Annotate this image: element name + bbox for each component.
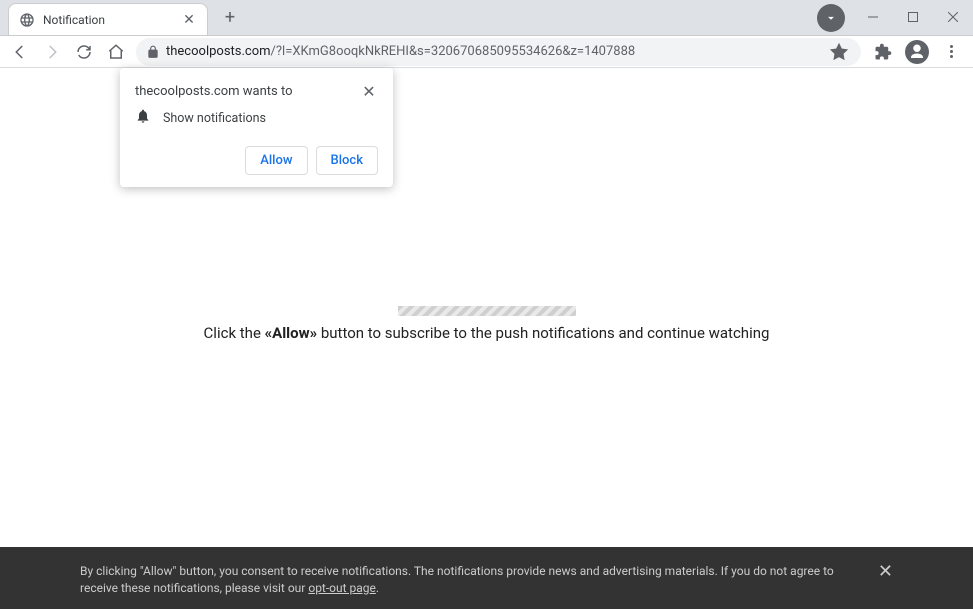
profile-avatar[interactable] (905, 40, 929, 64)
tab-strip: Notification ✕ + (0, 0, 817, 35)
extensions-icon[interactable] (869, 38, 897, 66)
consent-banner: By clicking "Allow" button, you consent … (0, 547, 973, 609)
new-tab-button[interactable]: + (216, 3, 244, 31)
bell-icon (135, 108, 151, 128)
globe-icon (19, 12, 35, 28)
close-icon[interactable]: ✕ (360, 82, 378, 100)
minimize-button[interactable] (853, 0, 893, 35)
page-text-strong: «Allow» (265, 324, 318, 342)
forward-button[interactable] (40, 40, 64, 64)
back-button[interactable] (8, 40, 32, 64)
menu-button[interactable] (937, 38, 965, 66)
page-text-suffix: button to subscribe to the push notifica… (317, 324, 769, 342)
url-domain: thecoolposts.com (166, 44, 271, 59)
browser-tab[interactable]: Notification ✕ (8, 3, 208, 35)
address-bar[interactable]: thecoolposts.com/?l=XKmG8ooqkNkREHI&s=32… (136, 38, 861, 66)
url-text: thecoolposts.com/?l=XKmG8ooqkNkREHI&s=32… (166, 44, 635, 59)
banner-text-before: By clicking "Allow" button, you consent … (80, 564, 834, 595)
profile-switcher-icon[interactable] (817, 4, 845, 32)
close-window-button[interactable] (933, 0, 973, 35)
opt-out-link[interactable]: opt-out page (308, 581, 376, 595)
bookmark-icon[interactable] (827, 40, 851, 64)
block-button[interactable]: Block (316, 146, 378, 175)
banner-text: By clicking "Allow" button, you consent … (80, 563, 858, 597)
home-button[interactable] (104, 40, 128, 64)
page-text-prefix: Click the (204, 324, 265, 342)
lock-icon (146, 45, 160, 59)
toolbar: thecoolposts.com/?l=XKmG8ooqkNkREHI&s=32… (0, 36, 973, 68)
content-area: thecoolposts.com wants to ✕ Show notific… (0, 68, 973, 609)
permission-popup: thecoolposts.com wants to ✕ Show notific… (120, 68, 393, 187)
allow-button[interactable]: Allow (245, 146, 307, 175)
permission-title: thecoolposts.com wants to (135, 84, 293, 99)
banner-text-after: . (376, 581, 379, 595)
page-body: Click the «Allow» button to subscribe to… (0, 306, 973, 342)
url-path: /?l=XKmG8ooqkNkREHI&s=320670685095534626… (271, 44, 636, 59)
titlebar: Notification ✕ + (0, 0, 973, 36)
window-controls (853, 0, 973, 35)
close-icon[interactable]: ✕ (181, 12, 197, 28)
progress-bar (398, 306, 576, 316)
maximize-button[interactable] (893, 0, 933, 35)
reload-button[interactable] (72, 40, 96, 64)
close-icon[interactable]: ✕ (878, 563, 893, 581)
tab-title: Notification (43, 13, 173, 27)
page-message: Click the «Allow» button to subscribe to… (0, 324, 973, 342)
permission-label: Show notifications (163, 111, 266, 126)
